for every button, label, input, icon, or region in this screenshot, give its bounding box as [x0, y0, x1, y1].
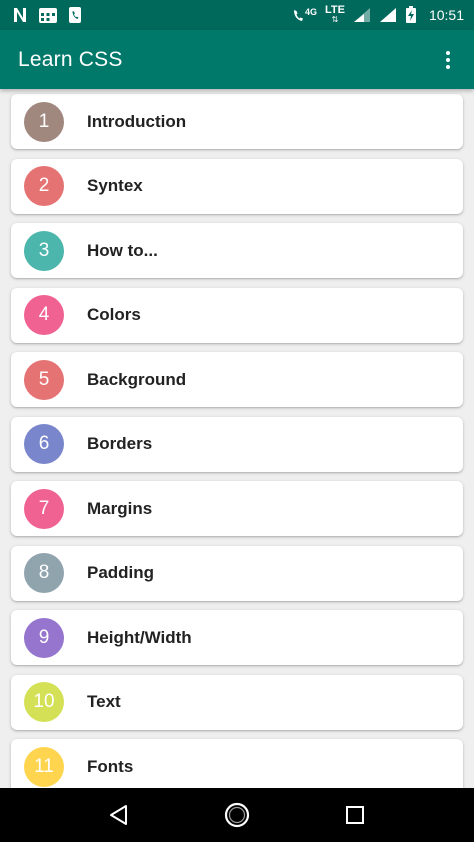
- topic-number-badge: 1: [24, 101, 64, 142]
- topic-number-badge: 7: [24, 488, 64, 529]
- calendar-notification-icon: [39, 8, 57, 23]
- app-bar: Learn CSS: [0, 30, 474, 89]
- back-triangle-icon: [110, 805, 127, 825]
- lte-icon: LTE: [324, 4, 345, 16]
- overflow-dot: [446, 57, 450, 62]
- network-4g-label: 4G: [304, 7, 317, 17]
- status-time: 10:51: [428, 7, 464, 23]
- topic-label: Height/Width: [87, 627, 192, 647]
- recents-button[interactable]: [331, 791, 379, 839]
- topic-card[interactable]: 8 Padding: [11, 545, 463, 601]
- phone-notification-icon: [69, 7, 81, 23]
- data-arrows-icon: ⇅: [331, 15, 339, 24]
- topic-card[interactable]: 6 Borders: [11, 416, 463, 472]
- topic-card[interactable]: 11 Fonts: [11, 739, 463, 788]
- overflow-dot: [446, 64, 450, 69]
- netflix-n-icon: [14, 8, 26, 22]
- topic-number-badge: 9: [24, 617, 64, 658]
- battery-charging-icon: [405, 6, 416, 23]
- topic-number-badge: 2: [24, 166, 64, 206]
- topic-label: Text: [87, 692, 121, 711]
- topic-card[interactable]: 4 Colors: [11, 287, 463, 343]
- topic-label: Introduction: [87, 111, 187, 131]
- topic-label: Background: [87, 369, 187, 389]
- topic-card[interactable]: 9 Height/Width: [11, 610, 463, 665]
- topic-number-badge: 11: [24, 746, 64, 787]
- screen: 4G LTE ⇅ 10:51 Learn CSS 1 Introduction …: [0, 0, 474, 842]
- lte-indicator: LTE ⇅: [325, 5, 345, 25]
- status-bar: 4G LTE ⇅ 10:51: [0, 0, 474, 30]
- home-button[interactable]: [213, 791, 261, 839]
- topic-label: Margins: [87, 498, 153, 518]
- topic-number-badge: 8: [24, 553, 64, 593]
- topic-card[interactable]: 1 Introduction: [11, 94, 463, 149]
- overflow-menu-icon[interactable]: [436, 40, 460, 80]
- status-right-icons: 4G LTE ⇅ 10:51: [292, 5, 464, 25]
- topic-number-badge: 4: [24, 295, 64, 335]
- topic-label: Borders: [87, 434, 153, 453]
- wifi-calling-indicator: 4G: [292, 7, 317, 22]
- topic-label: Colors: [87, 305, 141, 324]
- topic-label: Syntex: [87, 176, 143, 195]
- topic-label: Fonts: [87, 756, 134, 776]
- topic-number-badge: 6: [24, 424, 64, 464]
- app-title: Learn CSS: [18, 47, 123, 71]
- wifi-calling-icon: [293, 10, 303, 21]
- signal-icon: [379, 8, 396, 22]
- topic-card[interactable]: 7 Margins: [11, 481, 463, 536]
- status-left-icons: [12, 6, 82, 24]
- navigation-bar: [0, 788, 474, 842]
- topic-number-badge: 3: [24, 230, 64, 271]
- topic-card[interactable]: 5 Background: [11, 352, 463, 407]
- back-button[interactable]: [95, 791, 143, 839]
- overflow-dot: [446, 50, 450, 55]
- topic-label: Padding: [87, 563, 155, 582]
- topic-number-badge: 5: [24, 359, 64, 400]
- signal-icon: [353, 8, 370, 22]
- topic-card[interactable]: 3 How to...: [11, 223, 463, 278]
- topic-list[interactable]: 1 Introduction 2 Syntex 3 How to... 4 Colors 5 Ba…: [0, 89, 474, 788]
- home-circle-icon: [224, 802, 250, 828]
- topic-number-badge: 10: [24, 682, 64, 722]
- topic-label: How to...: [87, 240, 158, 260]
- topic-card[interactable]: 10 Text: [11, 674, 463, 730]
- recents-square-icon: [346, 806, 364, 824]
- topic-card[interactable]: 2 Syntex: [11, 158, 463, 214]
